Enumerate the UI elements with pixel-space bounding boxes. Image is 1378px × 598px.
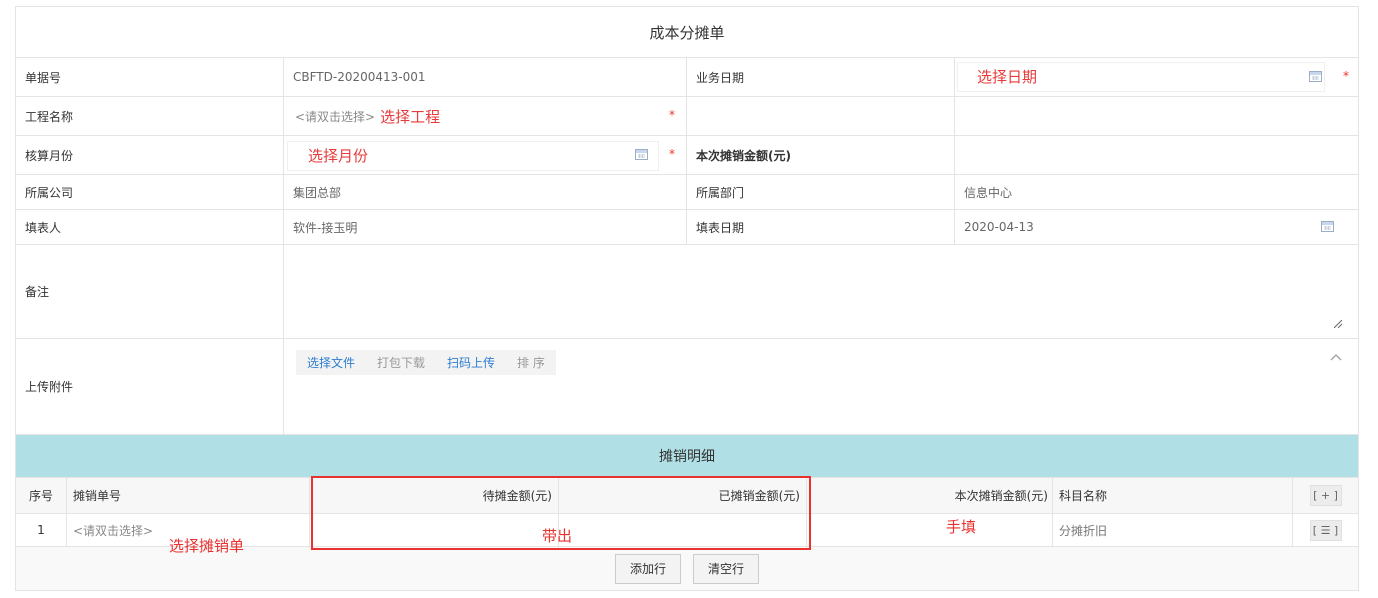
project-annotation: 选择工程 bbox=[380, 107, 441, 126]
attach-cell: 选择文件 打包下载 扫码上传 排 序 bbox=[284, 339, 1358, 434]
row-project: 工程名称 <请双击选择> 选择工程 * bbox=[16, 97, 1358, 136]
empty-cell bbox=[955, 97, 1358, 135]
calendar-icon[interactable] bbox=[635, 149, 648, 160]
required-mark: * bbox=[669, 108, 675, 122]
form-title: 成本分摊单 bbox=[16, 7, 1358, 58]
fill-date-value[interactable]: 2020-04-13 bbox=[964, 220, 1034, 234]
detail-title: 摊销明细 bbox=[16, 434, 1358, 478]
pack-download-button[interactable]: 打包下载 bbox=[366, 350, 437, 375]
sort-button[interactable]: 排 序 bbox=[506, 350, 556, 375]
filler-value: 软件-接玉明 bbox=[284, 210, 687, 244]
attach-label: 上传附件 bbox=[16, 339, 284, 434]
remark-textarea[interactable] bbox=[284, 245, 1358, 338]
clear-rows-button[interactable]: 清空行 bbox=[693, 553, 760, 584]
biz-date-label: 业务日期 bbox=[687, 58, 955, 96]
project-label: 工程名称 bbox=[16, 97, 284, 135]
col-actions: [ + ] bbox=[1293, 478, 1358, 513]
biz-date-annotation: 选择日期 bbox=[977, 68, 1038, 86]
annotation-carry-out: 带出 bbox=[542, 527, 573, 545]
scan-upload-button[interactable]: 扫码上传 bbox=[436, 350, 507, 375]
calendar-icon[interactable] bbox=[1309, 71, 1322, 82]
required-mark: * bbox=[1343, 69, 1349, 83]
annotation-select-amort: 选择摊销单 bbox=[169, 537, 245, 555]
col-seq: 序号 bbox=[16, 478, 67, 513]
remark-cell[interactable] bbox=[284, 245, 1358, 338]
resize-handle-icon[interactable] bbox=[1334, 320, 1342, 328]
month-cell[interactable]: 选择月份 * bbox=[284, 136, 687, 174]
company-value: 集团总部 bbox=[284, 175, 687, 209]
month-annotation: 选择月份 bbox=[308, 147, 369, 165]
row-subject[interactable]: 分摊折旧 bbox=[1053, 514, 1293, 546]
doc-no-label: 单据号 bbox=[16, 58, 284, 96]
add-row-button[interactable]: 添加行 bbox=[614, 553, 681, 584]
row-seq: 1 bbox=[16, 514, 67, 546]
row-attachments: 上传附件 选择文件 打包下载 扫码上传 排 序 bbox=[16, 339, 1358, 434]
row-current-amount[interactable] bbox=[807, 514, 1053, 546]
row-actions: [ ☰ ] bbox=[1293, 514, 1358, 546]
fill-date-label: 填表日期 bbox=[687, 210, 955, 244]
row-company: 所属公司 集团总部 所属部门 信息中心 bbox=[16, 175, 1358, 210]
empty-cell bbox=[687, 97, 955, 135]
dept-label: 所属部门 bbox=[687, 175, 955, 209]
doc-no-value: CBFTD-20200413-001 bbox=[284, 58, 687, 96]
dept-value: 信息中心 bbox=[964, 185, 1013, 200]
select-file-button[interactable]: 选择文件 bbox=[296, 350, 367, 375]
project-cell[interactable]: <请双击选择> 选择工程 * bbox=[284, 97, 687, 135]
month-label: 核算月份 bbox=[16, 136, 284, 174]
remark-label: 备注 bbox=[16, 245, 284, 338]
row-menu-icon[interactable]: [ ☰ ] bbox=[1309, 519, 1342, 541]
fill-date-cell[interactable]: 2020-04-13 bbox=[955, 210, 1358, 244]
attach-toolbar: 选择文件 打包下载 扫码上传 排 序 bbox=[296, 350, 556, 375]
project-placeholder[interactable]: <请双击选择> bbox=[295, 108, 375, 125]
filler-label: 填表人 bbox=[16, 210, 284, 244]
row-filler: 填表人 软件-接玉明 填表日期 2020-04-13 bbox=[16, 210, 1358, 245]
row-doc-no: 单据号 CBFTD-20200413-001 业务日期 选择日期 * bbox=[16, 58, 1358, 97]
add-row-icon[interactable]: [ + ] bbox=[1309, 485, 1342, 506]
col-current-amount: 本次摊销金额(元) bbox=[807, 478, 1053, 513]
required-mark: * bbox=[669, 147, 675, 161]
company-label: 所属公司 bbox=[16, 175, 284, 209]
col-amort-no: 摊销单号 bbox=[67, 478, 310, 513]
chevron-up-icon[interactable] bbox=[1330, 353, 1342, 361]
amount-value bbox=[955, 136, 1358, 174]
calendar-icon[interactable] bbox=[1321, 221, 1334, 232]
row-month: 核算月份 选择月份 * 本次摊销金额(元) bbox=[16, 136, 1358, 175]
col-subject: 科目名称 bbox=[1053, 478, 1293, 513]
row-remark: 备注 bbox=[16, 245, 1358, 339]
biz-date-cell[interactable]: 选择日期 * bbox=[955, 58, 1358, 96]
amount-label: 本次摊销金额(元) bbox=[687, 136, 955, 174]
annotation-manual-fill: 手填 bbox=[946, 518, 977, 536]
